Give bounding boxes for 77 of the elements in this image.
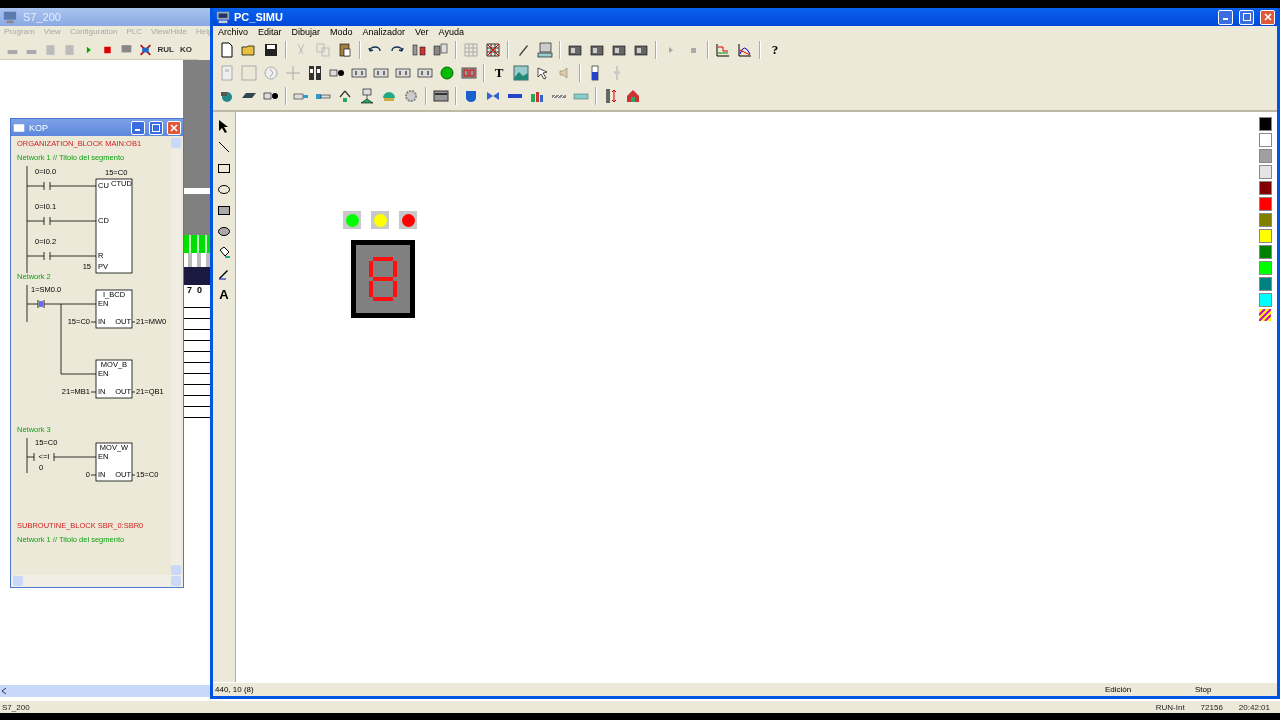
filled-ellipse-tool-icon[interactable]: [217, 224, 231, 238]
menu-item[interactable]: Analizador: [362, 27, 406, 37]
module-digit: 0: [197, 285, 203, 297]
io-module-drawing: [183, 235, 210, 285]
grid-icon[interactable]: [485, 41, 501, 58]
rectangle-tool-icon[interactable]: [217, 161, 231, 175]
status-text: Stop: [1195, 685, 1213, 694]
crossed-monitor-icon[interactable]: [138, 42, 152, 57]
horizontal-scrollbar[interactable]: [11, 575, 183, 587]
status-text: S7_200: [2, 702, 30, 712]
maximize-button[interactable]: [1239, 9, 1254, 25]
color-swatch[interactable]: [1259, 245, 1272, 259]
monitor-icon[interactable]: [537, 41, 553, 58]
menu-item[interactable]: Modo: [330, 27, 353, 37]
menu-item[interactable]: Archivo: [218, 27, 248, 37]
ellipse-tool-icon[interactable]: [217, 182, 231, 196]
status-text: Edición: [1105, 685, 1133, 694]
chart-icon[interactable]: [715, 41, 731, 58]
menu-item[interactable]: Editar: [258, 27, 282, 37]
picture-icon[interactable]: [513, 64, 529, 81]
status-field: 72156: [1192, 702, 1231, 712]
gear-icon[interactable]: [403, 87, 419, 104]
striped-swatch-icon[interactable]: [1259, 309, 1271, 321]
module-digit: 7: [187, 285, 192, 297]
color-swatch[interactable]: [1259, 261, 1272, 275]
clipboard-icon[interactable]: [337, 41, 353, 58]
color-swatch[interactable]: [1259, 197, 1272, 211]
color-swatch[interactable]: [1259, 149, 1272, 163]
line-tool-icon[interactable]: [217, 140, 231, 154]
horizontal-scrollbar[interactable]: [0, 685, 210, 697]
color-swatch[interactable]: [1259, 229, 1272, 243]
panel-icon[interactable]: [433, 87, 449, 104]
chart-icon[interactable]: [737, 41, 753, 58]
paint-bucket-icon[interactable]: [217, 245, 231, 259]
switch-icon[interactable]: [219, 64, 235, 81]
close-button[interactable]: [1260, 9, 1275, 25]
columns-icon[interactable]: [411, 41, 427, 58]
window-title: PC_SIMU: [234, 11, 283, 23]
function-block: [95, 442, 133, 482]
function-block: [95, 359, 133, 399]
color-swatch[interactable]: [1259, 165, 1272, 179]
window-title: S7_200: [23, 11, 61, 23]
relay-icon[interactable]: [307, 64, 323, 81]
columns-icon[interactable]: [433, 41, 449, 58]
function-block: [95, 289, 133, 329]
house-icon[interactable]: [625, 87, 641, 104]
window-title: KOP: [29, 122, 48, 133]
color-swatch[interactable]: [1259, 117, 1272, 131]
filled-rectangle-tool-icon[interactable]: [217, 203, 231, 217]
close-icon[interactable]: [1263, 13, 1272, 21]
status-text: 440, 10 (8): [215, 685, 254, 694]
color-swatch[interactable]: [1259, 293, 1272, 307]
menu-item[interactable]: Dibujar: [291, 27, 321, 37]
menu-item[interactable]: Ver: [415, 27, 429, 37]
color-swatch[interactable]: [1259, 133, 1272, 147]
lamp-icon[interactable]: [439, 64, 455, 81]
computer-icon: [3, 10, 17, 24]
menu-item[interactable]: Ayuda: [438, 27, 464, 37]
display-icon[interactable]: [461, 64, 477, 81]
color-swatch[interactable]: [1259, 213, 1272, 227]
help-button[interactable]: ?: [767, 41, 783, 58]
color-swatch[interactable]: [1259, 277, 1272, 291]
lift-icon[interactable]: [359, 87, 375, 104]
status-field: RUN-Int: [1147, 702, 1193, 712]
toolbar-label[interactable]: RUL: [157, 45, 174, 54]
status-field: 20:42:01: [1230, 702, 1278, 712]
font-tool-button[interactable]: A: [216, 287, 232, 302]
computer-icon: [216, 10, 230, 24]
window-icon: [13, 121, 25, 134]
vertical-scrollbar[interactable]: [171, 138, 181, 575]
text-tool-button[interactable]: T: [491, 64, 507, 81]
document-icon[interactable]: [219, 41, 235, 58]
minimize-button[interactable]: [1218, 9, 1233, 25]
vertical-arrows-icon[interactable]: [603, 87, 619, 104]
color-swatch[interactable]: [1259, 181, 1272, 195]
toolbar-label[interactable]: KO: [179, 45, 192, 54]
maximize-icon[interactable]: [1242, 13, 1251, 21]
